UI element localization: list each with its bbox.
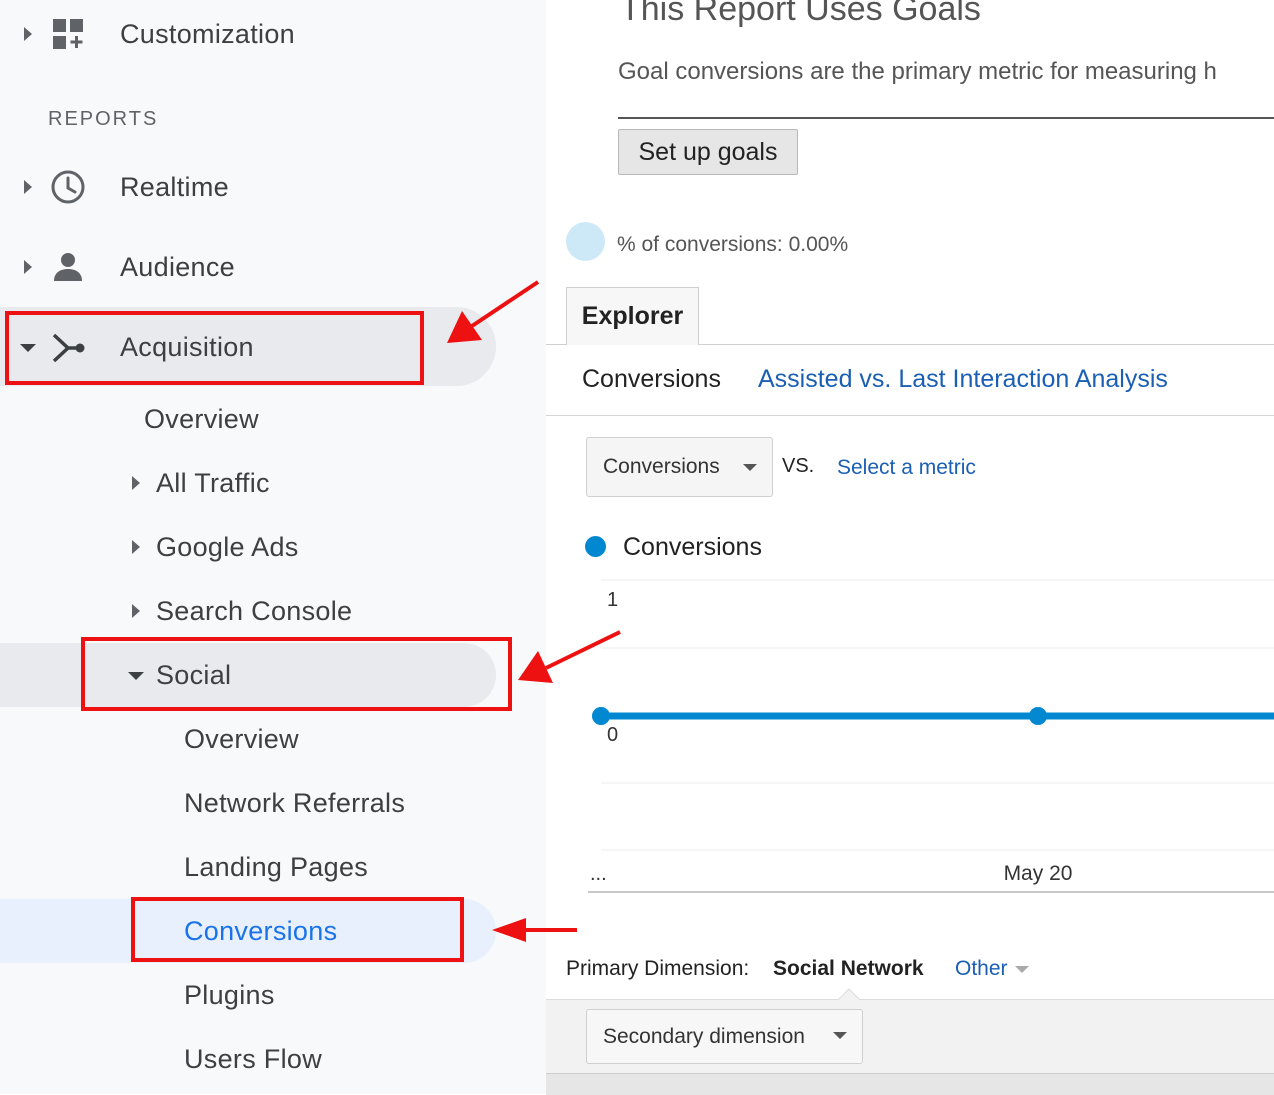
sidebar-item-users-flow[interactable]: Users Flow [184,1046,322,1073]
subtab-conversions[interactable]: Conversions [582,367,721,392]
goals-title: This Report Uses Goals [620,0,981,28]
goals-divider [618,117,1274,119]
sidebar-item-plugins[interactable]: Plugins [184,982,275,1009]
sidebar-item-realtime[interactable]: Realtime [120,174,229,201]
x-tick-label: ... [590,863,607,885]
chart-series [592,707,1274,725]
expand-arrow-icon[interactable] [24,27,32,41]
highlight-box-conversions [131,897,464,962]
person-icon [54,253,82,281]
sidebar-item-landing-pages[interactable]: Landing Pages [184,854,368,881]
primary-dimension-social-network[interactable]: Social Network [773,958,924,979]
table-header-strip [546,1073,1274,1095]
chevron-down-icon[interactable] [1015,966,1029,973]
expand-arrow-icon[interactable] [24,180,32,194]
tab-explorer[interactable]: Explorer [566,287,699,345]
legend-dot-icon [585,536,606,557]
conversion-rate-text: % of conversions: 0.00% [617,233,849,256]
reports-section-label: REPORTS [48,108,159,130]
vs-label: VS. [782,455,815,477]
setup-goals-button[interactable]: Set up goals [618,129,798,175]
sidebar: Customization REPORTS Realtime Audience … [0,0,546,1094]
primary-dimension-other[interactable]: Other [955,958,1008,979]
expand-arrow-icon[interactable] [132,476,140,490]
sidebar-item-acquisition-overview[interactable]: Overview [144,406,259,433]
highlight-box-acquisition [5,311,424,385]
y-tick-label: 1 [607,589,618,611]
chevron-down-icon [743,464,757,471]
y-tick-label: 0 [607,724,618,746]
expand-arrow-icon[interactable] [132,604,140,618]
highlight-box-social [81,637,512,711]
sidebar-item-social-overview[interactable]: Overview [184,726,299,753]
selected-dimension-pointer-icon [838,988,860,1001]
legend-label: Conversions [623,533,762,561]
metric-dropdown[interactable]: Conversions [586,437,773,497]
goals-description: Goal conversions are the primary metric … [618,58,1217,85]
dashboard-customize-icon [53,19,83,49]
sidebar-item-search-console[interactable]: Search Console [156,598,352,625]
subtab-assisted-analysis-link[interactable]: Assisted vs. Last Interaction Analysis [758,367,1168,392]
data-point[interactable] [1029,707,1047,725]
clock-icon [51,170,85,204]
x-tick-label: May 20 [1004,862,1073,885]
metric-dropdown-label: Conversions [603,455,720,478]
secondary-dimension-label: Secondary dimension [603,1024,805,1048]
conversion-rate-donut-icon [566,222,605,261]
conversions-line-chart: 1 0 ... May 20 [588,579,1274,893]
sidebar-item-customization[interactable]: Customization [120,21,295,48]
sidebar-item-network-referrals[interactable]: Network Referrals [184,790,405,817]
expand-arrow-icon[interactable] [24,260,32,274]
chart-grid [588,579,1274,893]
select-metric-link[interactable]: Select a metric [837,457,976,478]
chevron-down-icon [833,1032,847,1039]
data-point[interactable] [592,707,610,725]
sidebar-item-all-traffic[interactable]: All Traffic [156,470,270,497]
sidebar-item-google-ads[interactable]: Google Ads [156,534,299,561]
secondary-dimension-dropdown[interactable]: Secondary dimension [586,1009,863,1064]
expand-arrow-icon[interactable] [132,540,140,554]
primary-dimension-label: Primary Dimension: [566,957,750,980]
sidebar-item-audience[interactable]: Audience [120,254,235,281]
subtab-divider [546,415,1274,416]
